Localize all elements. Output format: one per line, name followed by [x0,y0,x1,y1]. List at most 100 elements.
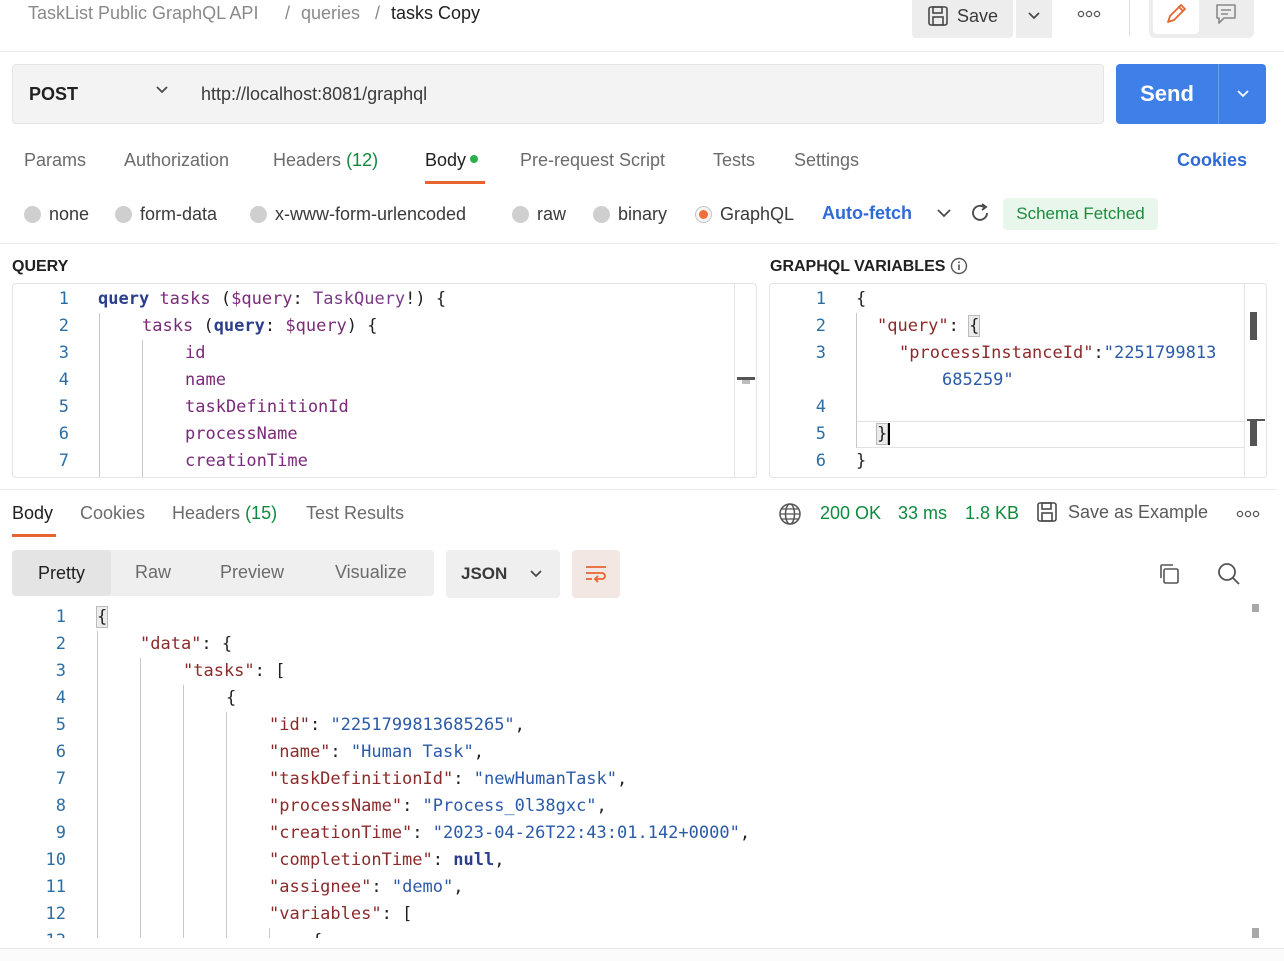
code-line: 685259" [942,370,1014,390]
radio-label: form-data [140,203,218,224]
language-select[interactable]: JSON [446,550,560,598]
response-time[interactable]: 33 ms [898,503,947,524]
code-line: "creationTime": "2023-04-26T22:43:01.142… [269,823,751,843]
line-number: 4 [58,370,69,390]
breadcrumb-request[interactable]: tasks Copy [391,3,480,24]
scrollbar-track[interactable] [1244,284,1245,477]
code-line: "id": "2251799813685265", [269,715,525,735]
tab-headers[interactable]: Headers (12) [273,150,378,171]
radio-label: none [49,203,90,224]
active-tab-indicator [12,534,56,537]
radio-urlencoded[interactable]: x-www-form-urlencoded [250,203,466,225]
send-label: Send [1140,81,1194,106]
radio-label: raw [537,203,567,224]
response-size[interactable]: 1.8 KB [965,503,1019,524]
code-line: "variables": [ [269,904,413,924]
query-editor[interactable]: 1 2 3 4 5 6 7 query tasks ($query: TaskQ… [12,283,757,478]
url-input[interactable]: http://localhost:8081/graphql [185,64,1104,124]
indent-guide [97,631,98,938]
code-line: creationTime [185,451,308,471]
line-number: 9 [55,823,66,843]
cookies-link[interactable]: Cookies [1177,150,1247,171]
chevron-down-icon [1028,12,1040,20]
response-tab-body[interactable]: Body [12,503,53,524]
radio-none[interactable]: none [24,203,89,225]
code-line: } [856,451,867,471]
copy-icon[interactable] [1156,561,1182,587]
chevron-down-icon [156,86,168,94]
format-pretty-button[interactable]: Pretty [12,550,111,596]
line-number: 6 [815,451,826,471]
line-number: 1 [815,289,826,309]
refresh-icon[interactable] [969,202,991,224]
breadcrumb-separator: / [375,3,381,23]
tab-params[interactable]: Params [24,150,86,171]
line-number: 3 [815,343,826,363]
documentation-mode-button[interactable] [1203,0,1249,34]
scrollbar-thumb[interactable] [1252,604,1259,612]
send-button[interactable]: Send [1116,64,1218,124]
radio-form-data[interactable]: form-data [115,203,217,225]
save-button[interactable]: Save [912,0,1013,38]
response-tab-test-results[interactable]: Test Results [306,503,404,524]
active-line-highlight [856,421,1244,448]
tab-body[interactable]: Body [425,150,479,171]
tab-settings[interactable]: Settings [794,150,859,171]
section-divider [0,489,1278,490]
chevron-down-icon[interactable] [936,206,952,220]
info-icon[interactable] [950,257,968,275]
line-number: 13 [0,928,66,938]
response-tab-headers[interactable]: Headers (15) [172,503,277,524]
url-value: http://localhost:8081/graphql [201,83,428,104]
language-label: JSON [461,564,508,583]
line-number: 1 [58,289,69,309]
format-preview-button[interactable]: Preview [220,562,284,583]
section-divider [0,243,1278,244]
save-dropdown-button[interactable] [1016,0,1052,38]
radio-binary[interactable]: binary [593,203,667,225]
tab-body-label: Body [425,150,467,170]
scrollbar-marker [1250,421,1257,446]
indent-guide [183,685,184,938]
response-body-viewer[interactable]: 1 2 3 4 5 6 7 8 9 10 11 12 13 { "data": … [0,604,1278,938]
schema-status-badge: Schema Fetched [1003,198,1158,230]
response-status[interactable]: 200 OK [820,503,881,524]
wrap-lines-button[interactable] [572,550,620,598]
search-icon[interactable] [1216,561,1242,587]
method-select[interactable]: POST [12,64,186,124]
radio-dot-selected [695,205,712,223]
more-options-button[interactable] [1074,2,1104,26]
chevron-down-icon [530,570,542,578]
scrollbar-track[interactable] [734,284,735,477]
tab-authorization[interactable]: Authorization [124,150,229,171]
breadcrumb-collection[interactable]: TaskList Public GraphQL API [28,3,258,24]
radio-graphql[interactable]: GraphQL [695,203,794,225]
tab-tests[interactable]: Tests [713,150,755,171]
comment-icon [1216,4,1236,24]
globe-icon[interactable] [778,502,802,526]
edit-mode-button[interactable] [1153,0,1199,34]
format-raw-button[interactable]: Raw [135,562,171,583]
format-visualize-button[interactable]: Visualize [335,562,407,583]
method-label: POST [29,83,79,104]
breadcrumb-folder[interactable]: queries [301,3,360,24]
line-number: 11 [45,877,66,897]
line-number: 5 [58,397,69,417]
code-line: name [185,370,226,390]
save-icon [928,6,948,26]
code-line: { [312,928,322,938]
response-tab-cookies[interactable]: Cookies [80,503,145,524]
response-headers-label: Headers [172,503,241,523]
tab-prerequest-script[interactable]: Pre-request Script [520,150,665,171]
scrollbar-thumb[interactable] [1250,312,1257,340]
code-line: "taskDefinitionId": "newHumanTask", [269,769,628,789]
tab-headers-label: Headers [273,150,342,170]
radio-raw[interactable]: raw [512,203,566,225]
more-horizontal-icon[interactable] [1236,510,1260,518]
line-number: 2 [55,634,66,654]
response-scrollbar[interactable] [1246,604,1260,938]
auto-fetch-button[interactable]: Auto-fetch [822,203,912,224]
variables-editor[interactable]: 1 2 3 4 5 6 { "query": { "processInstanc… [769,283,1267,478]
send-dropdown-button[interactable] [1218,64,1266,124]
save-as-example-button[interactable]: Save as Example [1036,501,1208,523]
